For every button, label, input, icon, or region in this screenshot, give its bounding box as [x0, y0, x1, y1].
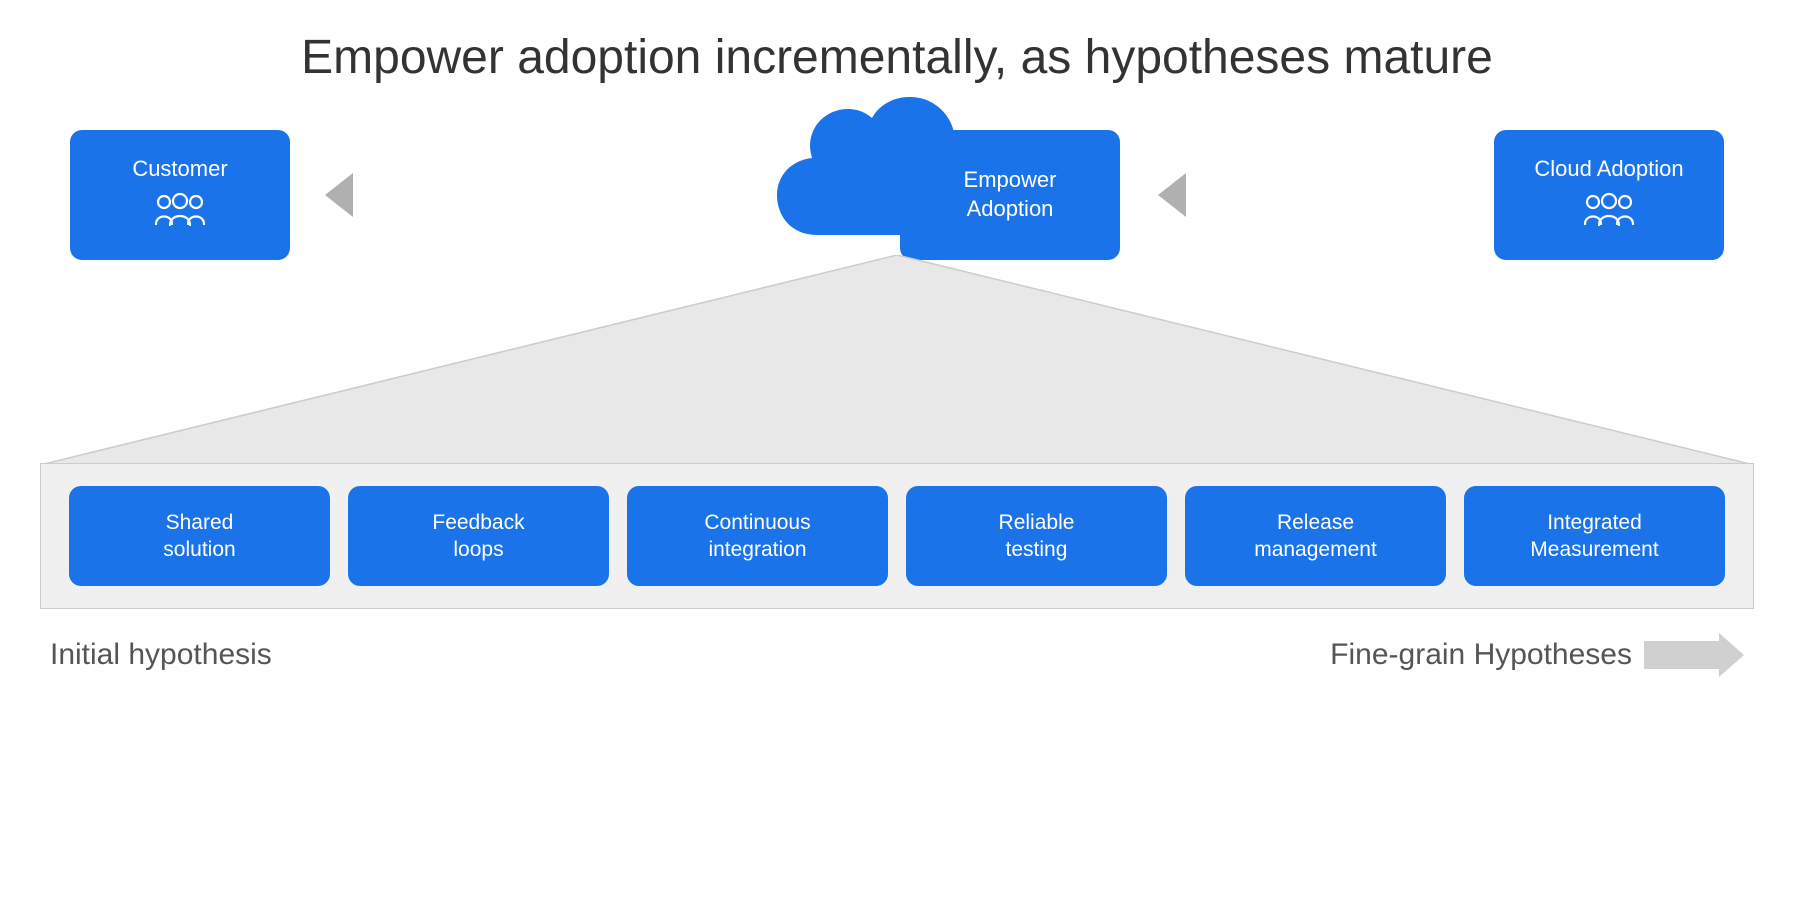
triangle-svg: [40, 255, 1754, 465]
cloud-adoption-box: Cloud Adoption: [1494, 130, 1724, 260]
customer-label: Customer: [132, 155, 227, 184]
arrow-left-1: [325, 173, 353, 217]
shared-solution-label: Sharedsolution: [163, 509, 235, 564]
bottom-boxes-container: Sharedsolution Feedbackloops Continuousi…: [40, 463, 1754, 609]
empower-label: EmpowerAdoption: [964, 166, 1057, 223]
arrow-left-2: [1158, 173, 1186, 217]
integrated-measurement-label: IntegratedMeasurement: [1530, 509, 1658, 564]
bottom-axis-row: Initial hypothesis Fine-grain Hypotheses: [40, 633, 1754, 677]
continuous-integration-box: Continuousintegration: [627, 486, 888, 586]
shared-solution-box: Sharedsolution: [69, 486, 330, 586]
initial-hypothesis-label: Initial hypothesis: [50, 638, 272, 672]
page-title: Empower adoption incrementally, as hypot…: [301, 30, 1493, 85]
pyramid-section: Sharedsolution Feedbackloops Continuousi…: [40, 255, 1754, 609]
integrated-measurement-box: IntegratedMeasurement: [1464, 486, 1725, 586]
fine-grain-label: Fine-grain Hypotheses: [1330, 638, 1632, 672]
diagram-area: Customer: [40, 115, 1754, 879]
release-management-label: Releasemanagement: [1254, 509, 1377, 564]
arrow-right-container: Fine-grain Hypotheses: [1330, 633, 1744, 677]
empower-adoption-box: EmpowerAdoption: [900, 130, 1120, 260]
feedback-loops-label: Feedbackloops: [432, 509, 524, 564]
cloud-adoption-label: Cloud Adoption: [1534, 155, 1683, 184]
customer-box: Customer: [70, 130, 290, 260]
cloud-adoption-icon: [1583, 192, 1635, 236]
customer-icon: [154, 192, 206, 236]
reliable-testing-label: Reliabletesting: [999, 509, 1075, 564]
continuous-integration-label: Continuousintegration: [704, 509, 810, 564]
reliable-testing-box: Reliabletesting: [906, 486, 1167, 586]
release-management-box: Releasemanagement: [1185, 486, 1446, 586]
top-row: Customer: [40, 115, 1754, 275]
right-arrow-icon: [1644, 633, 1744, 677]
feedback-loops-box: Feedbackloops: [348, 486, 609, 586]
